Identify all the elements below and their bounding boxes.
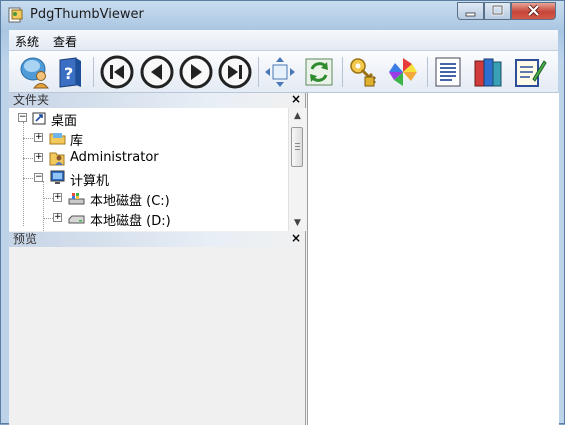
close-button[interactable] xyxy=(511,2,556,20)
tree-node-label: 计算机 xyxy=(70,174,110,189)
maximize-button[interactable] xyxy=(484,2,511,20)
left-panel: 文件夹 × − 桌面 + 库 + Administrator − 计算机 + 本… xyxy=(9,92,306,425)
toolbar-separator xyxy=(427,57,428,87)
pinwheel-icon[interactable] xyxy=(386,55,420,89)
preview-pane-close-button[interactable]: × xyxy=(291,231,301,246)
preview-area xyxy=(9,247,305,425)
scroll-grip xyxy=(295,149,300,150)
tree-expander[interactable]: + xyxy=(34,133,43,142)
menu-system[interactable]: 系统 xyxy=(15,33,39,50)
tree-expander[interactable]: − xyxy=(34,173,43,182)
scroll-grip xyxy=(295,143,300,144)
tree-node-computer[interactable]: − 计算机 xyxy=(9,168,289,189)
tree-node-label: 本地磁盘 (C:) xyxy=(90,194,170,209)
minimize-button[interactable] xyxy=(457,2,484,20)
tree-node-drive-c[interactable]: + 本地磁盘 (C:) xyxy=(9,188,289,209)
last-icon[interactable] xyxy=(218,55,252,89)
app-icon xyxy=(8,7,23,23)
next-icon[interactable] xyxy=(179,55,213,89)
close-icon xyxy=(527,4,540,17)
scroll-up-button[interactable]: ▲ xyxy=(289,108,306,124)
refresh-icon[interactable] xyxy=(302,55,336,89)
tree-expander[interactable]: + xyxy=(34,153,43,162)
minimize-icon xyxy=(465,12,476,17)
tree-node-label: 桌面 xyxy=(51,114,78,129)
tree-node-desktop[interactable]: − 桌面 xyxy=(9,108,289,129)
scroll-down-button[interactable]: ▼ xyxy=(289,215,306,231)
app-window: PdgThumbViewer 系统 查看 ? 文件夹 × − 桌面 + 库 + … xyxy=(0,0,565,425)
tree-node-label: 本地磁盘 (D:) xyxy=(90,214,171,229)
tree-expander[interactable]: + xyxy=(53,213,62,222)
fit-icon[interactable] xyxy=(263,55,297,89)
edit-icon[interactable] xyxy=(513,55,547,89)
tree-node-label: 库 xyxy=(70,134,84,149)
document-icon[interactable] xyxy=(431,55,465,89)
drive-icon xyxy=(68,215,85,224)
books-icon[interactable] xyxy=(471,55,505,89)
client-area: 文件夹 × − 桌面 + 库 + Administrator − 计算机 + 本… xyxy=(9,92,559,425)
folders-pane-close-button[interactable]: × xyxy=(291,92,301,107)
window-title: PdgThumbViewer xyxy=(30,7,144,22)
thumbnail-view[interactable] xyxy=(307,93,559,425)
scroll-thumb[interactable] xyxy=(291,127,303,167)
folder-tree: − 桌面 + 库 + Administrator − 计算机 + 本地磁盘 (C… xyxy=(9,108,305,231)
tree-node-drive-d[interactable]: + 本地磁盘 (D:) xyxy=(9,208,289,229)
first-icon[interactable] xyxy=(100,55,134,89)
folders-pane-title: 文件夹 xyxy=(13,93,50,107)
prev-icon[interactable] xyxy=(140,55,174,89)
library-icon xyxy=(49,133,66,145)
toolbar-separator xyxy=(258,57,259,87)
tree-scrollbar[interactable]: ▲ ▼ xyxy=(288,108,306,231)
tree-node-label: Administrator xyxy=(70,150,159,165)
maximize-icon xyxy=(491,4,504,16)
key-icon[interactable] xyxy=(347,55,381,89)
tree-node-library[interactable]: + 库 xyxy=(9,128,289,149)
svg-text:?: ? xyxy=(64,64,73,83)
preview-pane-title: 预览 xyxy=(13,232,38,246)
title-bar[interactable]: PdgThumbViewer xyxy=(1,1,565,29)
system-drive-icon xyxy=(68,193,85,205)
menu-view[interactable]: 查看 xyxy=(53,33,77,50)
user-icon[interactable] xyxy=(19,55,53,89)
tree-node-administrator[interactable]: + Administrator xyxy=(9,148,289,168)
user-folder-icon xyxy=(49,152,65,166)
tree-expander[interactable]: − xyxy=(18,113,27,122)
tree-expander[interactable]: + xyxy=(53,193,62,202)
computer-icon xyxy=(50,170,65,184)
scroll-grip xyxy=(295,146,300,147)
folders-pane-header: 文件夹 × xyxy=(9,92,305,108)
menu-bar: 系统 查看 xyxy=(9,30,558,51)
desktop-icon xyxy=(32,112,46,125)
preview-pane-header: 预览 × xyxy=(9,231,305,247)
toolbar-separator xyxy=(342,57,343,87)
toolbar-separator xyxy=(93,57,94,87)
help-icon[interactable]: ? xyxy=(54,55,88,89)
toolbar: ? xyxy=(9,51,558,93)
